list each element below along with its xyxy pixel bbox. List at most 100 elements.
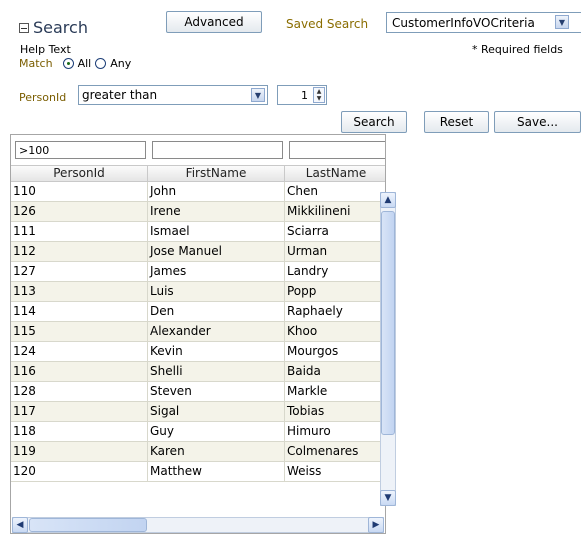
vertical-scrollbar[interactable]: ▲ ▼ [380,192,396,506]
cell-lastname: Himuro [285,422,385,441]
cell-firstname: Sigal [148,402,285,421]
column-header-firstname[interactable]: FirstName [148,166,285,181]
cell-firstname: John [148,182,285,201]
cell-personid: 127 [11,262,148,281]
vertical-scroll-thumb[interactable] [381,211,395,435]
cell-firstname: Alexander [148,322,285,341]
match-group: Match All Any [19,57,131,70]
match-label: Match [19,57,53,70]
cell-personid: 115 [11,322,148,341]
table-row[interactable]: 119 Karen Colmenares [11,442,385,462]
search-panel-title[interactable]: Search [19,18,88,37]
cell-personid: 116 [11,362,148,381]
match-any-label: Any [110,57,132,70]
table-row[interactable]: 112 Jose Manuel Urman [11,242,385,262]
cell-lastname: Sciarra [285,222,385,241]
cell-personid: 118 [11,422,148,441]
cell-personid: 119 [11,442,148,461]
cell-firstname: Guy [148,422,285,441]
cell-personid: 124 [11,342,148,361]
personid-value-input[interactable]: 1 ▲ ▼ [277,85,327,105]
cell-lastname: Colmenares [285,442,385,461]
cell-lastname: Weiss [285,462,385,481]
advanced-button[interactable]: Advanced [166,11,262,33]
table-row[interactable]: 113 Luis Popp [11,282,385,302]
table-row[interactable]: 110 John Chen [11,182,385,202]
cell-personid: 111 [11,222,148,241]
saved-search-label: Saved Search [286,17,369,31]
filter-personid-value: >100 [19,143,50,157]
table-body: 110 John Chen 126 Irene Mikkilineni 111 Ismael S… [11,182,385,482]
cell-firstname: Karen [148,442,285,461]
cell-personid: 113 [11,282,148,301]
scroll-down-icon[interactable]: ▼ [380,490,396,506]
cell-lastname: Raphaely [285,302,385,321]
horizontal-scroll-thumb[interactable] [29,518,147,532]
match-all-label: All [77,57,92,70]
cell-firstname: Shelli [148,362,285,381]
match-all-radio[interactable] [62,58,74,69]
saved-search-value: CustomerInfoVOCriteria [392,15,535,30]
cell-personid: 120 [11,462,148,481]
search-button[interactable]: Search [341,111,407,133]
chevron-down-icon[interactable]: ▼ [251,88,265,102]
cell-firstname: Kevin [148,342,285,361]
table-row[interactable]: 111 Ismael Sciarra [11,222,385,242]
cell-firstname: Ismael [148,222,285,241]
cell-personid: 110 [11,182,148,201]
scroll-up-icon[interactable]: ▲ [380,192,396,208]
table-row[interactable]: 115 Alexander Khoo [11,322,385,342]
cell-lastname: Landry [285,262,385,281]
reset-button[interactable]: Reset [424,111,489,133]
column-header-lastname[interactable]: LastName [285,166,385,181]
filter-firstname-input[interactable] [152,141,283,159]
cell-lastname: Chen [285,182,385,201]
table-row[interactable]: 114 Den Raphaely [11,302,385,322]
cell-personid: 114 [11,302,148,321]
scroll-right-icon[interactable]: ▶ [368,517,384,533]
cell-personid: 126 [11,202,148,221]
personid-criterion-label: PersonId [19,91,67,104]
cell-lastname: Mourgos [285,342,385,361]
cell-lastname: Popp [285,282,385,301]
cell-firstname: Irene [148,202,285,221]
cell-personid: 112 [11,242,148,261]
cell-lastname: Mikkilineni [285,202,385,221]
chevron-down-icon[interactable]: ▼ [555,15,569,29]
table-row[interactable]: 118 Guy Himuro [11,422,385,442]
cell-firstname: Luis [148,282,285,301]
table-row[interactable]: 120 Matthew Weiss [11,462,385,482]
column-header-personid[interactable]: PersonId [11,166,148,181]
cell-lastname: Tobias [285,402,385,421]
cell-firstname: Matthew [148,462,285,481]
table-row[interactable]: 124 Kevin Mourgos [11,342,385,362]
cell-lastname: Khoo [285,322,385,341]
required-fields-note: * Required fields [472,43,563,56]
spinner-icon[interactable]: ▲ ▼ [313,87,325,103]
cell-personid: 117 [11,402,148,421]
cell-firstname: Jose Manuel [148,242,285,261]
table-row[interactable]: 128 Steven Markle [11,382,385,402]
search-title: Search [33,18,88,37]
operator-value: greater than [82,88,158,102]
scroll-left-icon[interactable]: ◀ [12,517,28,533]
cell-firstname: Den [148,302,285,321]
table-row[interactable]: 117 Sigal Tobias [11,402,385,422]
collapse-icon[interactable] [19,22,29,33]
saved-search-select[interactable]: CustomerInfoVOCriteria ▼ [386,12,581,33]
cell-lastname: Urman [285,242,385,261]
cell-lastname: Baida [285,362,385,381]
table-row[interactable]: 116 Shelli Baida [11,362,385,382]
save-button[interactable]: Save... [494,111,581,133]
operator-select[interactable]: greater than ▼ [78,85,268,105]
filter-lastname-input[interactable] [289,141,385,159]
personid-value: 1 [301,88,308,102]
table-header: PersonId FirstName LastName [11,165,385,182]
horizontal-scrollbar[interactable]: ◀ ▶ [12,517,384,533]
help-text: Help Text [20,43,71,56]
table-row[interactable]: 127 James Landry [11,262,385,282]
filter-personid-input[interactable]: >100 [15,141,146,159]
match-any-radio[interactable] [95,58,107,69]
table-row[interactable]: 126 Irene Mikkilineni [11,202,385,222]
results-table: >100 PersonId FirstName LastName 110 John… [10,134,386,534]
